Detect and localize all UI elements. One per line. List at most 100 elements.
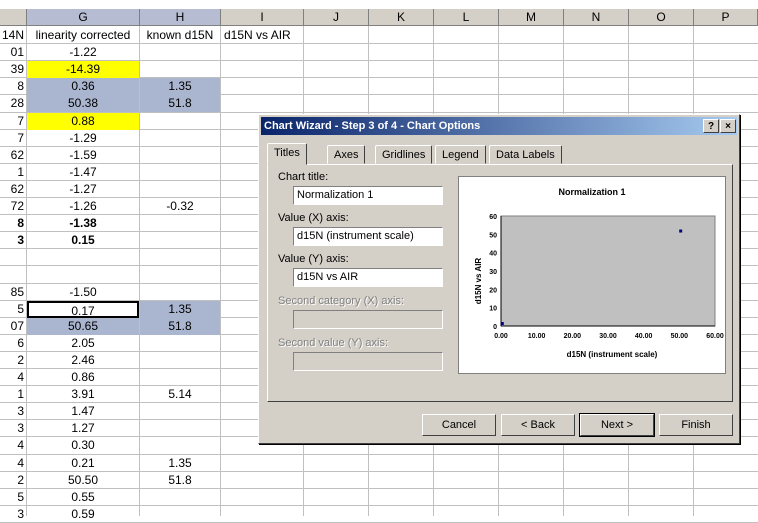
cell-h-row[interactable]: 1.35 (140, 78, 220, 95)
cell-f-row[interactable]: 72 (0, 198, 26, 215)
next-button[interactable]: Next > (579, 413, 655, 437)
cell-i-row[interactable] (221, 472, 303, 489)
cell-g-row[interactable]: -1.59 (27, 147, 139, 164)
column-header-j[interactable]: J (304, 9, 369, 26)
cell-i-row[interactable] (221, 455, 303, 472)
cell-h-row[interactable] (140, 420, 220, 437)
cell-g-row[interactable]: -1.47 (27, 164, 139, 181)
cell-g-row[interactable]: -1.27 (27, 181, 139, 198)
cell-h-row[interactable] (140, 215, 220, 232)
cell-h-row[interactable] (140, 44, 220, 61)
cell-h-row[interactable] (140, 489, 220, 506)
cell-g-row[interactable]: 0.88 (27, 113, 139, 130)
back-button[interactable]: < Back (501, 414, 575, 436)
cell-i-row[interactable] (221, 78, 303, 95)
cell-i-row[interactable] (221, 44, 303, 61)
cell-f-row[interactable]: 7 (0, 113, 26, 130)
cell-f-row[interactable]: 3 (0, 506, 26, 523)
cell-g-row[interactable]: 0.30 (27, 437, 139, 454)
cell-i-row[interactable]: d15N vs AIR (221, 27, 303, 44)
x-axis-title-input[interactable]: d15N (instrument scale) (293, 227, 443, 246)
help-button[interactable]: ? (703, 119, 719, 133)
column-header-g[interactable]: G (27, 9, 140, 26)
cell-h-row[interactable]: 5.14 (140, 386, 220, 403)
cell-f-row[interactable]: 4 (0, 455, 26, 472)
cell-h-row[interactable]: -0.32 (140, 198, 220, 215)
cell-h-row[interactable] (140, 232, 220, 249)
cell-g-row[interactable]: 1.47 (27, 403, 139, 420)
cell-i-row[interactable] (221, 489, 303, 506)
cancel-button[interactable]: Cancel (422, 414, 496, 436)
cell-g-row[interactable]: 3.91 (27, 386, 139, 403)
tab-axes[interactable]: Axes (327, 145, 366, 164)
cell-f-row[interactable]: 4 (0, 437, 26, 454)
cell-g-row[interactable]: 0.36 (27, 78, 139, 95)
cell-h-row[interactable]: 51.8 (140, 318, 220, 335)
column-header-l[interactable]: L (434, 9, 499, 26)
column-header-k[interactable]: K (369, 9, 434, 26)
cell-h-row[interactable] (140, 147, 220, 164)
cell-h-row[interactable]: 1.35 (140, 301, 220, 318)
cell-f-row[interactable]: 1 (0, 164, 26, 181)
cell-f-row[interactable]: 4 (0, 369, 26, 386)
cell-h-row[interactable]: known d15N (140, 27, 220, 44)
cell-h-row[interactable] (140, 284, 220, 301)
y-axis-title-input[interactable]: d15N vs AIR (293, 268, 443, 287)
cell-g-row[interactable]: 0.59 (27, 506, 139, 523)
cell-h-row[interactable] (140, 403, 220, 420)
cell-g-row[interactable]: -1.22 (27, 44, 139, 61)
cell-g-row[interactable]: 0.86 (27, 369, 139, 386)
cell-g-row[interactable] (27, 266, 139, 283)
cell-f-row[interactable]: 3 (0, 403, 26, 420)
cell-g-row[interactable]: linearity corrected (27, 27, 139, 44)
cell-g-row[interactable]: 1.27 (27, 420, 139, 437)
cell-f-row[interactable]: 7 (0, 130, 26, 147)
cell-f-row[interactable]: 6 (0, 335, 26, 352)
cell-h-row[interactable] (140, 61, 220, 78)
cell-f-row[interactable]: 2 (0, 352, 26, 369)
cell-f-row[interactable]: 5 (0, 489, 26, 506)
cell-h-row[interactable] (140, 249, 220, 266)
cell-g-row[interactable]: 50.65 (27, 318, 139, 335)
cell-h-row[interactable] (140, 164, 220, 181)
cell-i-row[interactable] (221, 95, 303, 112)
cell-h-row[interactable] (140, 181, 220, 198)
cell-g-row[interactable] (27, 249, 139, 266)
cell-g-row[interactable]: -1.38 (27, 215, 139, 232)
cell-i-row[interactable] (221, 61, 303, 78)
cell-f-row[interactable] (0, 266, 26, 283)
cell-f-row[interactable]: 3 (0, 420, 26, 437)
cell-h-row[interactable]: 1.35 (140, 455, 220, 472)
cell-i-row[interactable] (221, 506, 303, 523)
cell-g-row[interactable]: 50.50 (27, 472, 139, 489)
cell-f-row[interactable]: 07 (0, 318, 26, 335)
column-header-n[interactable]: N (564, 9, 629, 26)
cell-f-row[interactable]: 28 (0, 95, 26, 112)
cell-h-row[interactable] (140, 369, 220, 386)
active-cell[interactable]: 0.17 (27, 301, 139, 318)
cell-h-row[interactable]: 51.8 (140, 95, 220, 112)
cell-g-row[interactable]: 0.55 (27, 489, 139, 506)
finish-button[interactable]: Finish (659, 414, 733, 436)
column-header-i[interactable]: I (221, 9, 304, 26)
dialog-titlebar[interactable]: Chart Wizard - Step 3 of 4 - Chart Optio… (261, 117, 737, 135)
cell-h-row[interactable] (140, 506, 220, 523)
cell-f-row[interactable]: 3 (0, 232, 26, 249)
cell-f-row[interactable]: 62 (0, 147, 26, 164)
cell-h-row[interactable] (140, 266, 220, 283)
cell-g-row[interactable]: -14.39 (27, 61, 139, 78)
tab-data-labels[interactable]: Data Labels (489, 145, 562, 164)
column-header-m[interactable]: M (499, 9, 564, 26)
column-header-h[interactable]: H (140, 9, 221, 26)
column-header-f[interactable] (0, 9, 27, 26)
tab-titles[interactable]: Titles (267, 143, 307, 165)
close-button[interactable]: × (720, 119, 736, 133)
cell-g-row[interactable]: 0.15 (27, 232, 139, 249)
cell-f-row[interactable]: 2 (0, 472, 26, 489)
cell-g-row[interactable]: 2.46 (27, 352, 139, 369)
cell-f-row[interactable]: 01 (0, 44, 26, 61)
cell-g-row[interactable]: 50.38 (27, 95, 139, 112)
column-header-p[interactable]: P (694, 9, 758, 26)
cell-h-row[interactable] (140, 437, 220, 454)
cell-f-row[interactable]: 5 (0, 301, 26, 318)
